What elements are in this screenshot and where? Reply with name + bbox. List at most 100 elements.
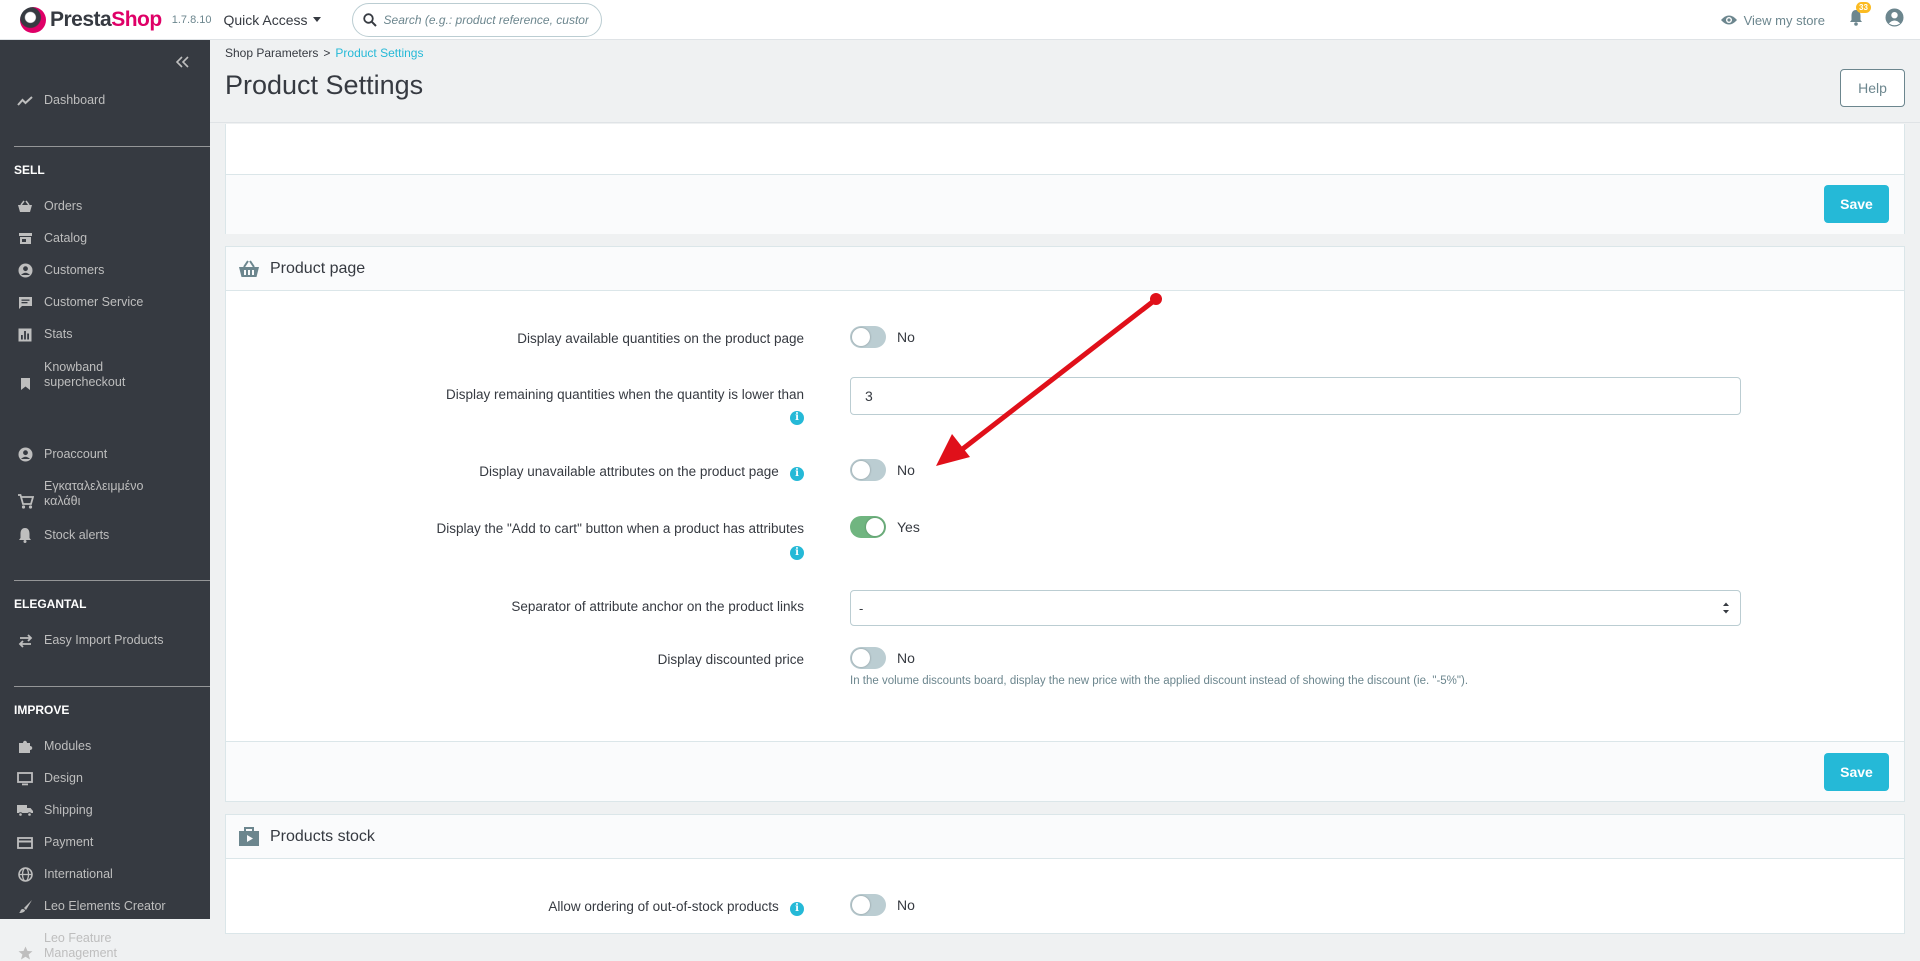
sidebar-item-customer-service[interactable]: Customer Service: [0, 295, 210, 310]
sidebar-item-label: Catalog: [44, 231, 88, 245]
card-title: Products stock: [270, 827, 375, 845]
sidebar-item-stats[interactable]: Stats: [0, 327, 210, 342]
puzzle-icon: [16, 739, 34, 754]
toggle-state-text: No: [897, 462, 915, 478]
bookmark-icon: [16, 377, 34, 391]
desktop-icon: [16, 771, 34, 786]
chat-icon: [16, 296, 34, 310]
sidebar-item-label: Stats: [44, 327, 73, 341]
discounted-price-toggle[interactable]: [850, 647, 886, 669]
info-icon[interactable]: i: [790, 467, 804, 481]
search-box[interactable]: [351, 2, 602, 37]
breadcrumb-current[interactable]: Product Settings: [335, 46, 423, 60]
puffin-logo-icon: [20, 6, 46, 33]
page-header-divider: [210, 122, 1920, 123]
sidebar-divider: [14, 580, 210, 581]
breadcrumb-parent-link[interactable]: Shop Parameters: [225, 46, 318, 60]
sidebar-section-sell: SELL: [14, 163, 45, 177]
toggle-state-text: No: [897, 897, 915, 913]
card-footer: Save: [226, 741, 1904, 801]
double-chevron-left-icon: [175, 56, 189, 68]
discounted-price-switch[interactable]: No: [850, 647, 915, 669]
info-icon[interactable]: i: [790, 902, 804, 916]
toggle-state-text: No: [897, 650, 915, 666]
bar-chart-icon: [16, 328, 34, 342]
remaining-quantities-input[interactable]: [850, 377, 1741, 415]
sidebar-item-label: Easy Import Products: [44, 633, 164, 647]
breadcrumb-separator: >: [323, 46, 331, 60]
save-button[interactable]: Save: [1824, 185, 1889, 223]
sidebar-item-label: Proaccount: [44, 447, 108, 461]
prestashop-logo[interactable]: PrestaShop: [20, 6, 162, 33]
sidebar-item-customers[interactable]: Customers: [0, 263, 210, 278]
save-button[interactable]: Save: [1824, 753, 1889, 791]
select-arrows-icon: [1723, 602, 1729, 614]
user-circle-icon: [1885, 8, 1904, 27]
separator-selected-value: -: [859, 600, 864, 616]
view-store-link[interactable]: View my store: [1720, 13, 1825, 28]
account-avatar-button[interactable]: [1885, 8, 1904, 32]
sidebar-item-catalog[interactable]: Catalog: [0, 231, 210, 246]
sidebar-item-international[interactable]: International: [0, 867, 210, 882]
sidebar-item-leo-feature-management[interactable]: Leo Feature Management: [0, 891, 210, 961]
sidebar-item-label-line1: Knowband: [44, 360, 104, 374]
bell-alert-icon: [16, 527, 34, 543]
allow-ordering-toggle[interactable]: [850, 894, 886, 916]
sidebar-item-label: Orders: [44, 199, 83, 213]
toggle-knob: [866, 518, 884, 536]
sidebar-item-payment[interactable]: Payment: [0, 835, 210, 850]
help-button[interactable]: Help: [1840, 69, 1905, 107]
products-stock-card: Products stock Allow ordering of out-of-…: [225, 814, 1905, 934]
allow-ordering-text: Allow ordering of out-of-stock products: [548, 899, 779, 914]
sidebar-item-orders[interactable]: Orders: [0, 199, 210, 214]
sidebar-item-modules[interactable]: Modules: [0, 739, 210, 754]
add-to-cart-switch[interactable]: Yes: [850, 516, 920, 538]
version-label: 1.7.8.10: [171, 13, 212, 26]
info-icon[interactable]: i: [790, 546, 804, 560]
sidebar-item-easy-import-products[interactable]: Easy Import Products: [0, 633, 210, 648]
sidebar-item-proaccount[interactable]: Proaccount: [0, 447, 210, 462]
search-input[interactable]: [383, 12, 589, 27]
sidebar-divider: [14, 146, 210, 147]
sidebar-item-label: Payment: [44, 835, 94, 849]
remaining-quantities-label: Display remaining quantities when the qu…: [446, 387, 804, 402]
sidebar-item-shipping[interactable]: Shipping: [0, 803, 210, 818]
toggle-knob: [852, 896, 870, 914]
brand-name-part-a: Presta: [50, 7, 112, 31]
sidebar-item-dashboard[interactable]: Dashboard: [0, 93, 210, 108]
caret-down-icon: [312, 17, 321, 22]
trending-up-icon: [16, 95, 34, 106]
notifications-button[interactable]: 33: [1849, 2, 1871, 31]
available-quantities-switch[interactable]: No: [850, 326, 915, 348]
sidebar-item-label: Shipping: [44, 803, 93, 817]
sidebar-item-label: Customer Service: [44, 295, 144, 309]
sidebar-item-abandoned-cart[interactable]: Εγκαταλελειμμένο καλάθι: [0, 479, 210, 509]
stock-box-icon: [239, 826, 259, 846]
separator-select[interactable]: -: [850, 590, 1741, 626]
card-footer: Save: [226, 174, 1904, 234]
sidebar-item-knowband-supercheckout[interactable]: Knowband supercheckout: [0, 359, 210, 391]
truck-icon: [16, 804, 34, 817]
info-icon[interactable]: i: [790, 411, 804, 425]
sidebar-item-stock-alerts[interactable]: Stock alerts: [0, 527, 210, 543]
unavailable-attributes-label: Display unavailable attributes on the pr…: [204, 464, 804, 481]
quick-access-dropdown[interactable]: Quick Access: [223, 12, 321, 28]
add-to-cart-label: Display the "Add to cart" button when a …: [436, 521, 804, 536]
page-title: Product Settings: [225, 70, 424, 100]
available-quantities-toggle[interactable]: [850, 326, 886, 348]
unavailable-attributes-switch[interactable]: No: [850, 459, 915, 481]
add-to-cart-info: i: [204, 543, 804, 560]
add-to-cart-toggle[interactable]: [850, 516, 886, 538]
view-store-label: View my store: [1743, 12, 1825, 28]
sidebar-item-label-line1: Εγκαταλελειμμένο: [44, 479, 144, 493]
sidebar-section-improve: IMPROVE: [14, 703, 70, 717]
discounted-price-label: Display discounted price: [657, 652, 804, 667]
credit-card-icon: [16, 836, 34, 849]
collapse-sidebar-button[interactable]: [175, 52, 190, 73]
sidebar-item-label: International: [44, 867, 113, 881]
store-icon: [16, 232, 34, 245]
allow-ordering-switch[interactable]: No: [850, 894, 915, 916]
remaining-quantities-info: i: [204, 408, 804, 425]
sidebar-item-design[interactable]: Design: [0, 771, 210, 786]
unavailable-attributes-toggle[interactable]: [850, 459, 886, 481]
